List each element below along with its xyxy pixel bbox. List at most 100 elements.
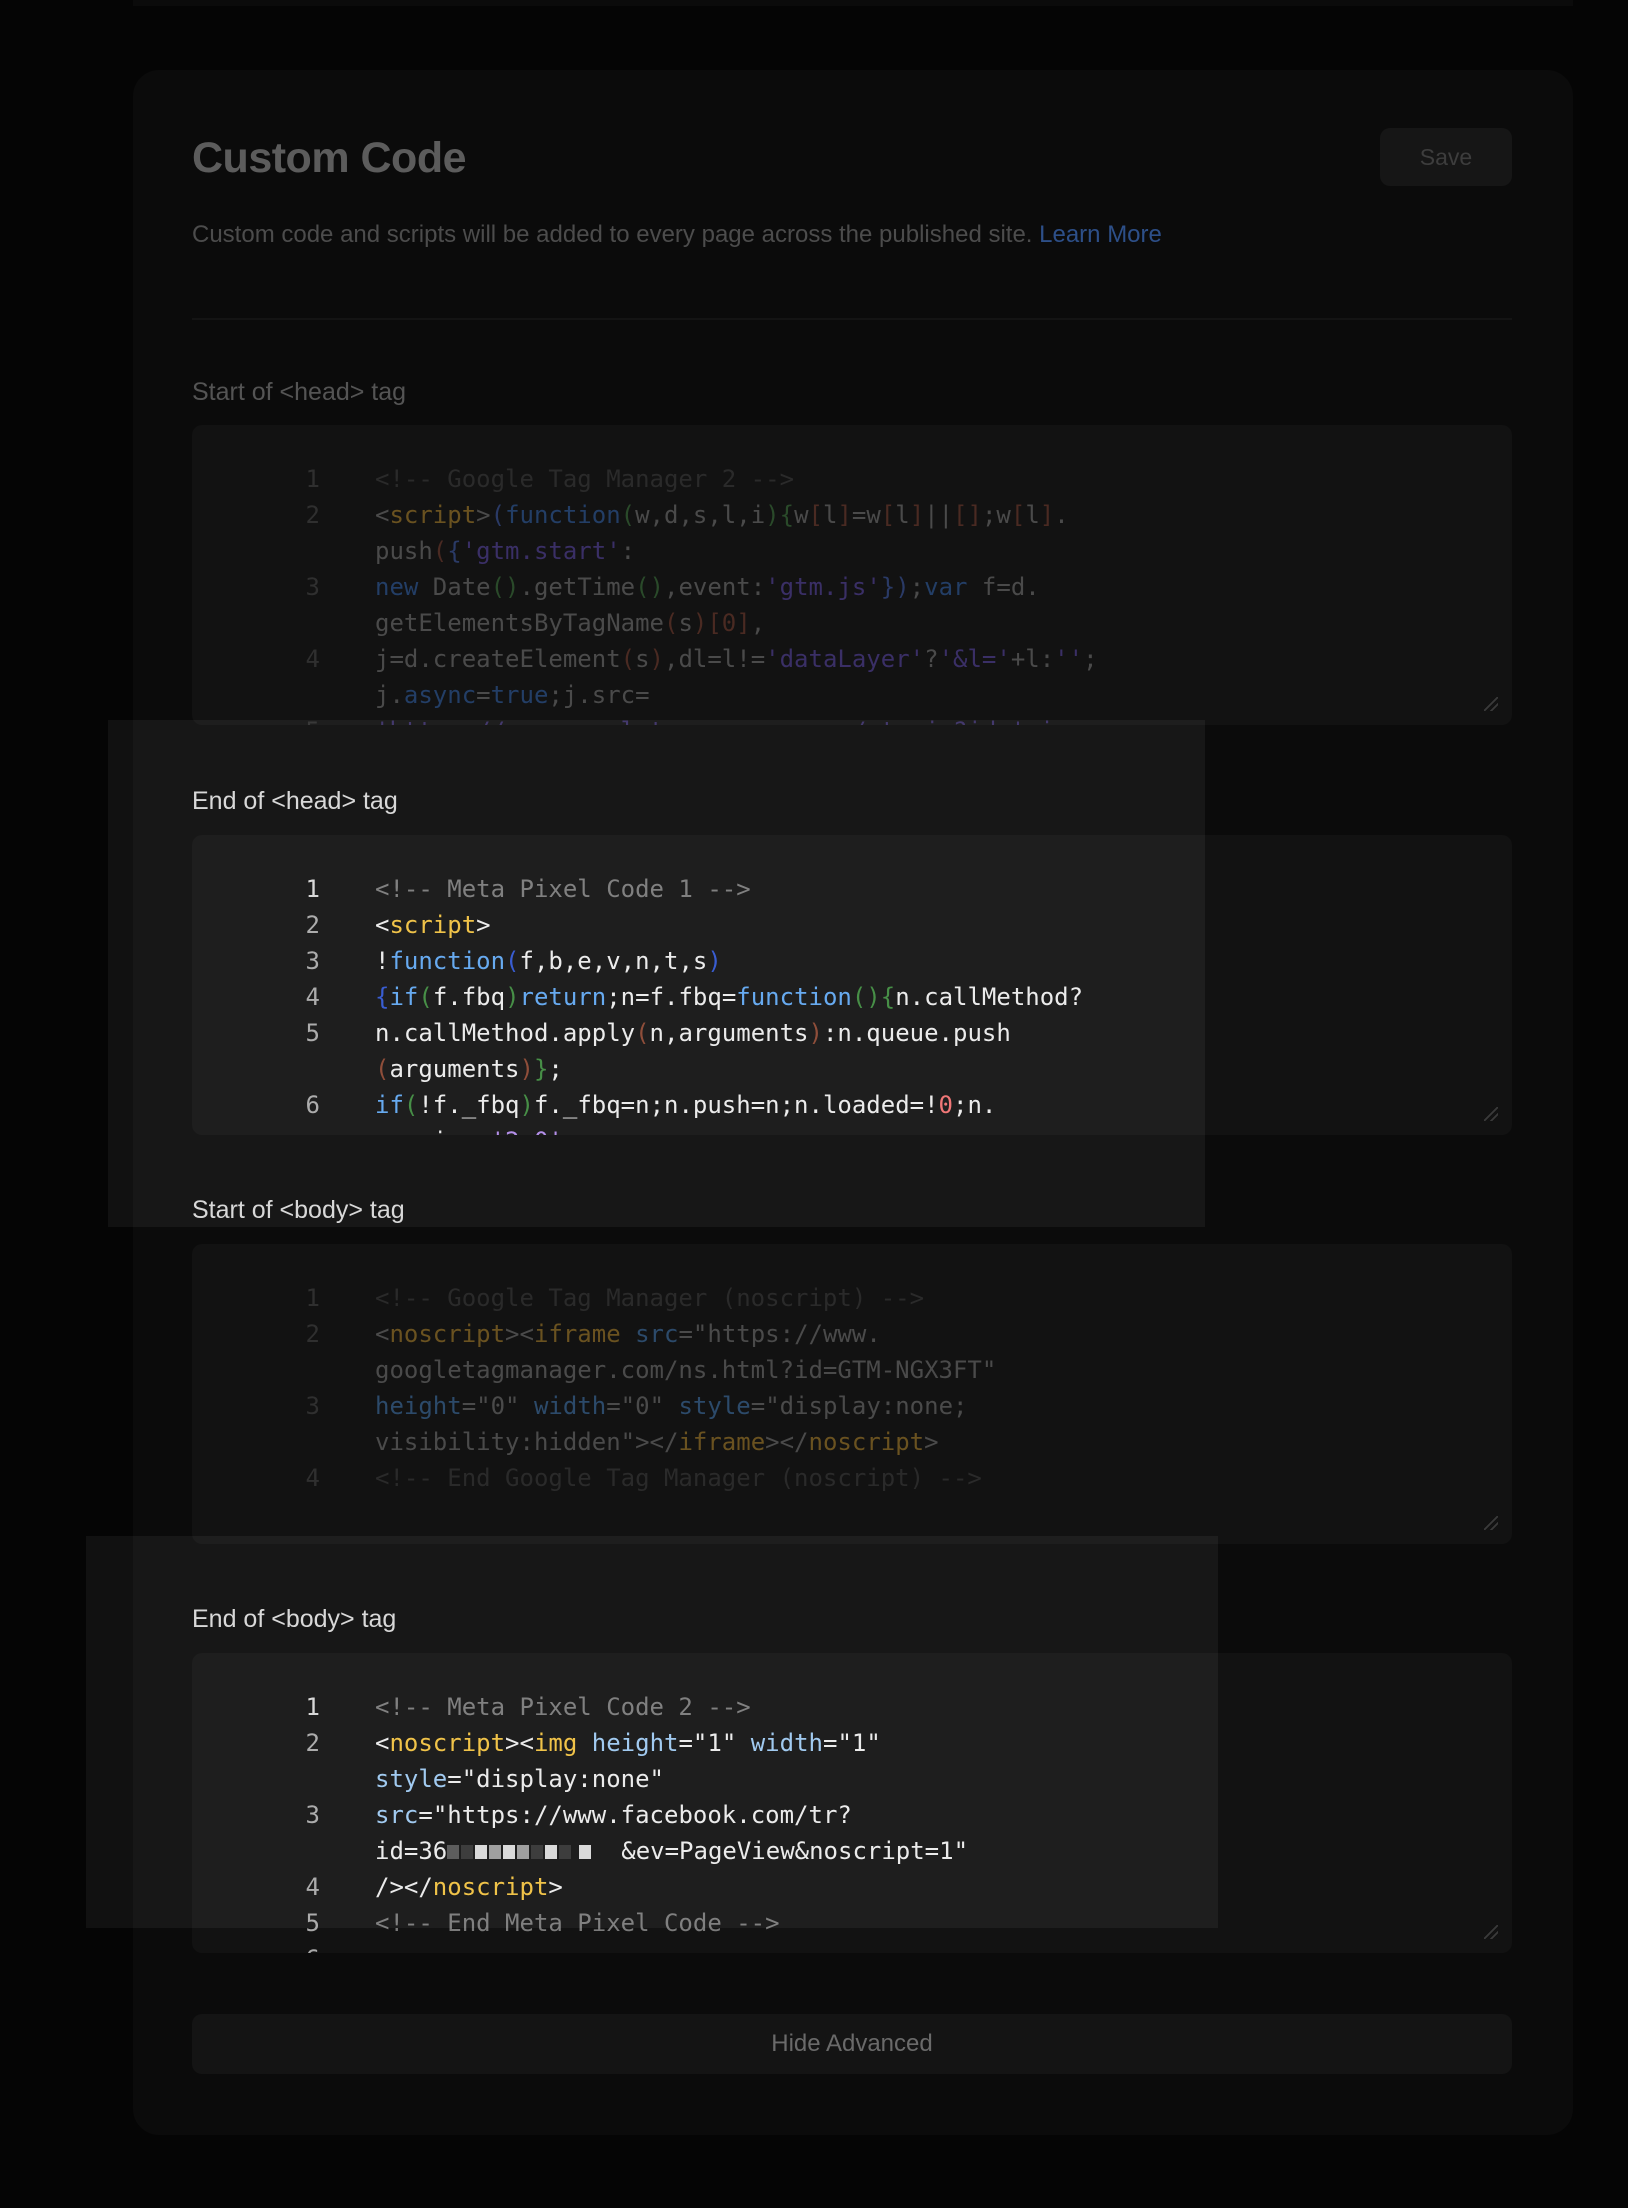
code-attribute: height	[591, 1729, 679, 1757]
code-line: 3 height="0" width="0" style="display:no…	[192, 1388, 1512, 1460]
code-text: ;	[909, 573, 925, 601]
line-number: 1	[305, 1284, 320, 1312]
code-string: "1"	[837, 1729, 881, 1757]
code-text: .	[1054, 501, 1069, 529]
code-text: w	[794, 501, 809, 529]
code-text: ?	[924, 645, 939, 673]
code-line: 1 <!-- Meta Pixel Code 1 -->	[192, 871, 1512, 907]
code-string: &ev=PageView&noscript=1"	[621, 1837, 969, 1865]
code-line: 1 <!-- Google Tag Manager 2 -->	[192, 461, 1512, 497]
resize-handle[interactable]	[1484, 1107, 1498, 1121]
code-editor-head-start[interactable]: 1 <!-- Google Tag Manager 2 --> 2 <scrip…	[192, 425, 1512, 725]
code-text: =	[476, 681, 491, 709]
divider	[192, 318, 1512, 320]
resize-handle[interactable]	[1484, 1925, 1498, 1939]
subtitle-text: Custom code and scripts will be added to…	[192, 221, 1033, 248]
code-line: 3 new Date().getTime(),event:'gtm.js'});…	[192, 569, 1512, 641]
code-editor-head-end[interactable]: 1 <!-- Meta Pixel Code 1 --> 2 <script> …	[192, 835, 1512, 1135]
code-number: 0	[721, 609, 737, 637]
section-label-body-start: Start of <body> tag	[192, 1196, 405, 1224]
line-number: 6	[258, 1941, 320, 1953]
code-keyword: async	[403, 681, 477, 709]
line-number: 4	[305, 1464, 320, 1492]
code-text: w,d,s,l,i	[635, 501, 766, 529]
resize-handle[interactable]	[1484, 1516, 1498, 1530]
code-text: ;	[1083, 645, 1098, 673]
code-string: '&l='	[938, 645, 1011, 673]
code-line: 3 !function(f,b,e,v,n,t,s)	[192, 943, 1512, 979]
code-attribute: src	[375, 1801, 419, 1829]
code-line: 2 <noscript><iframe src="https://www. go…	[192, 1316, 1512, 1388]
code-string: ''	[1054, 645, 1084, 673]
redacted-block	[503, 1845, 516, 1859]
code-text: /></	[375, 1873, 433, 1901]
line-number: 3	[305, 1392, 320, 1420]
code-keyword: function	[736, 983, 852, 1011]
resize-handle[interactable]	[1484, 697, 1498, 711]
code-comment: <!-- Google Tag Manager (noscript) -->	[375, 1284, 925, 1312]
code-text: n.callMethod.apply	[375, 1019, 636, 1047]
redacted-block	[545, 1845, 558, 1859]
code-editor-body-end[interactable]: 1 <!-- Meta Pixel Code 2 --> 2 <noscript…	[192, 1653, 1512, 1953]
code-line: 5 n.callMethod.apply(n,arguments):n.queu…	[192, 1015, 1512, 1087]
code-keyword: return	[519, 983, 607, 1011]
line-number: 4	[305, 1873, 320, 1901]
line-number: 3	[305, 573, 320, 601]
learn-more-link[interactable]: Learn More	[1039, 221, 1162, 248]
code-text: !f._fbq	[418, 1091, 520, 1119]
code-tag: script	[389, 911, 477, 939]
code-text: j.	[375, 681, 404, 709]
code-comment: <!-- Google Tag Manager 2 -->	[375, 465, 795, 493]
code-text: getElementsByTagName	[375, 609, 664, 637]
hide-advanced-button[interactable]: Hide Advanced	[192, 2014, 1512, 2074]
line-number: 6	[305, 1091, 320, 1119]
code-attribute: style	[375, 1765, 448, 1793]
code-comment: <!-- Meta Pixel Code 2 -->	[375, 1693, 751, 1721]
code-editor-body-start[interactable]: 1 <!-- Google Tag Manager (noscript) -->…	[192, 1244, 1512, 1544]
code-text: .getTime	[519, 573, 636, 601]
code-text: :	[620, 537, 636, 565]
code-keyword: new	[375, 573, 419, 601]
code-attribute: width	[533, 1392, 607, 1420]
save-button[interactable]: Save	[1380, 128, 1512, 186]
code-text: arguments	[389, 1055, 520, 1083]
redacted-block	[517, 1845, 530, 1859]
code-attribute: style	[678, 1392, 751, 1420]
code-content: 1 <!-- Google Tag Manager (noscript) -->…	[192, 1280, 1512, 1496]
code-string: 'https://www.googletagmanager.com/gtm.js…	[375, 717, 1054, 725]
line-number: 5	[305, 1909, 320, 1937]
redacted-block	[447, 1845, 460, 1859]
redacted-block	[579, 1845, 592, 1859]
code-keyword: if	[389, 983, 419, 1011]
redacted-block	[461, 1845, 474, 1859]
code-text: ;n.	[953, 1091, 997, 1119]
code-string: "display:none;	[765, 1392, 968, 1420]
code-line: 2 <script>(function(w,d,s,l,i){w[l]=w[l]…	[192, 497, 1512, 569]
code-line: 3 src="https://www.facebook.com/tr? id=3…	[192, 1797, 1512, 1869]
code-line: 6	[192, 1941, 1512, 1953]
redacted-block	[475, 1845, 488, 1859]
code-line: 1 <!-- Google Tag Manager (noscript) -->	[192, 1280, 1512, 1316]
code-keyword: var	[924, 573, 968, 601]
code-text: n.callMethod?	[895, 983, 1084, 1011]
line-number: 5	[258, 713, 320, 725]
code-text: s	[678, 609, 693, 637]
code-tag: noscript	[389, 1729, 506, 1757]
code-text: push	[375, 537, 433, 565]
code-attribute: width	[750, 1729, 823, 1757]
code-text: f._fbq=n;n.push=n;n.loaded=!	[533, 1091, 939, 1119]
code-text: ||	[924, 501, 954, 529]
code-text: l	[822, 501, 838, 529]
code-line: 4 j=d.createElement(s),dl=l!='dataLayer'…	[192, 641, 1512, 713]
code-line: 2 <noscript><img height="1" width="1" st…	[192, 1725, 1512, 1797]
code-text: j=d.createElement	[375, 645, 621, 673]
code-text: ;	[563, 1127, 577, 1135]
code-text: Date	[418, 573, 491, 601]
section-label-head-start: Start of <head> tag	[192, 378, 407, 406]
code-comment: <!-- End Google Tag Manager (noscript) -…	[375, 1464, 982, 1492]
code-string: "https://www.	[692, 1320, 881, 1348]
code-text: !	[375, 947, 390, 975]
code-text: f=d.	[967, 573, 1040, 601]
code-line: 1 <!-- Meta Pixel Code 2 -->	[192, 1689, 1512, 1725]
code-text: ,event:	[664, 573, 766, 601]
